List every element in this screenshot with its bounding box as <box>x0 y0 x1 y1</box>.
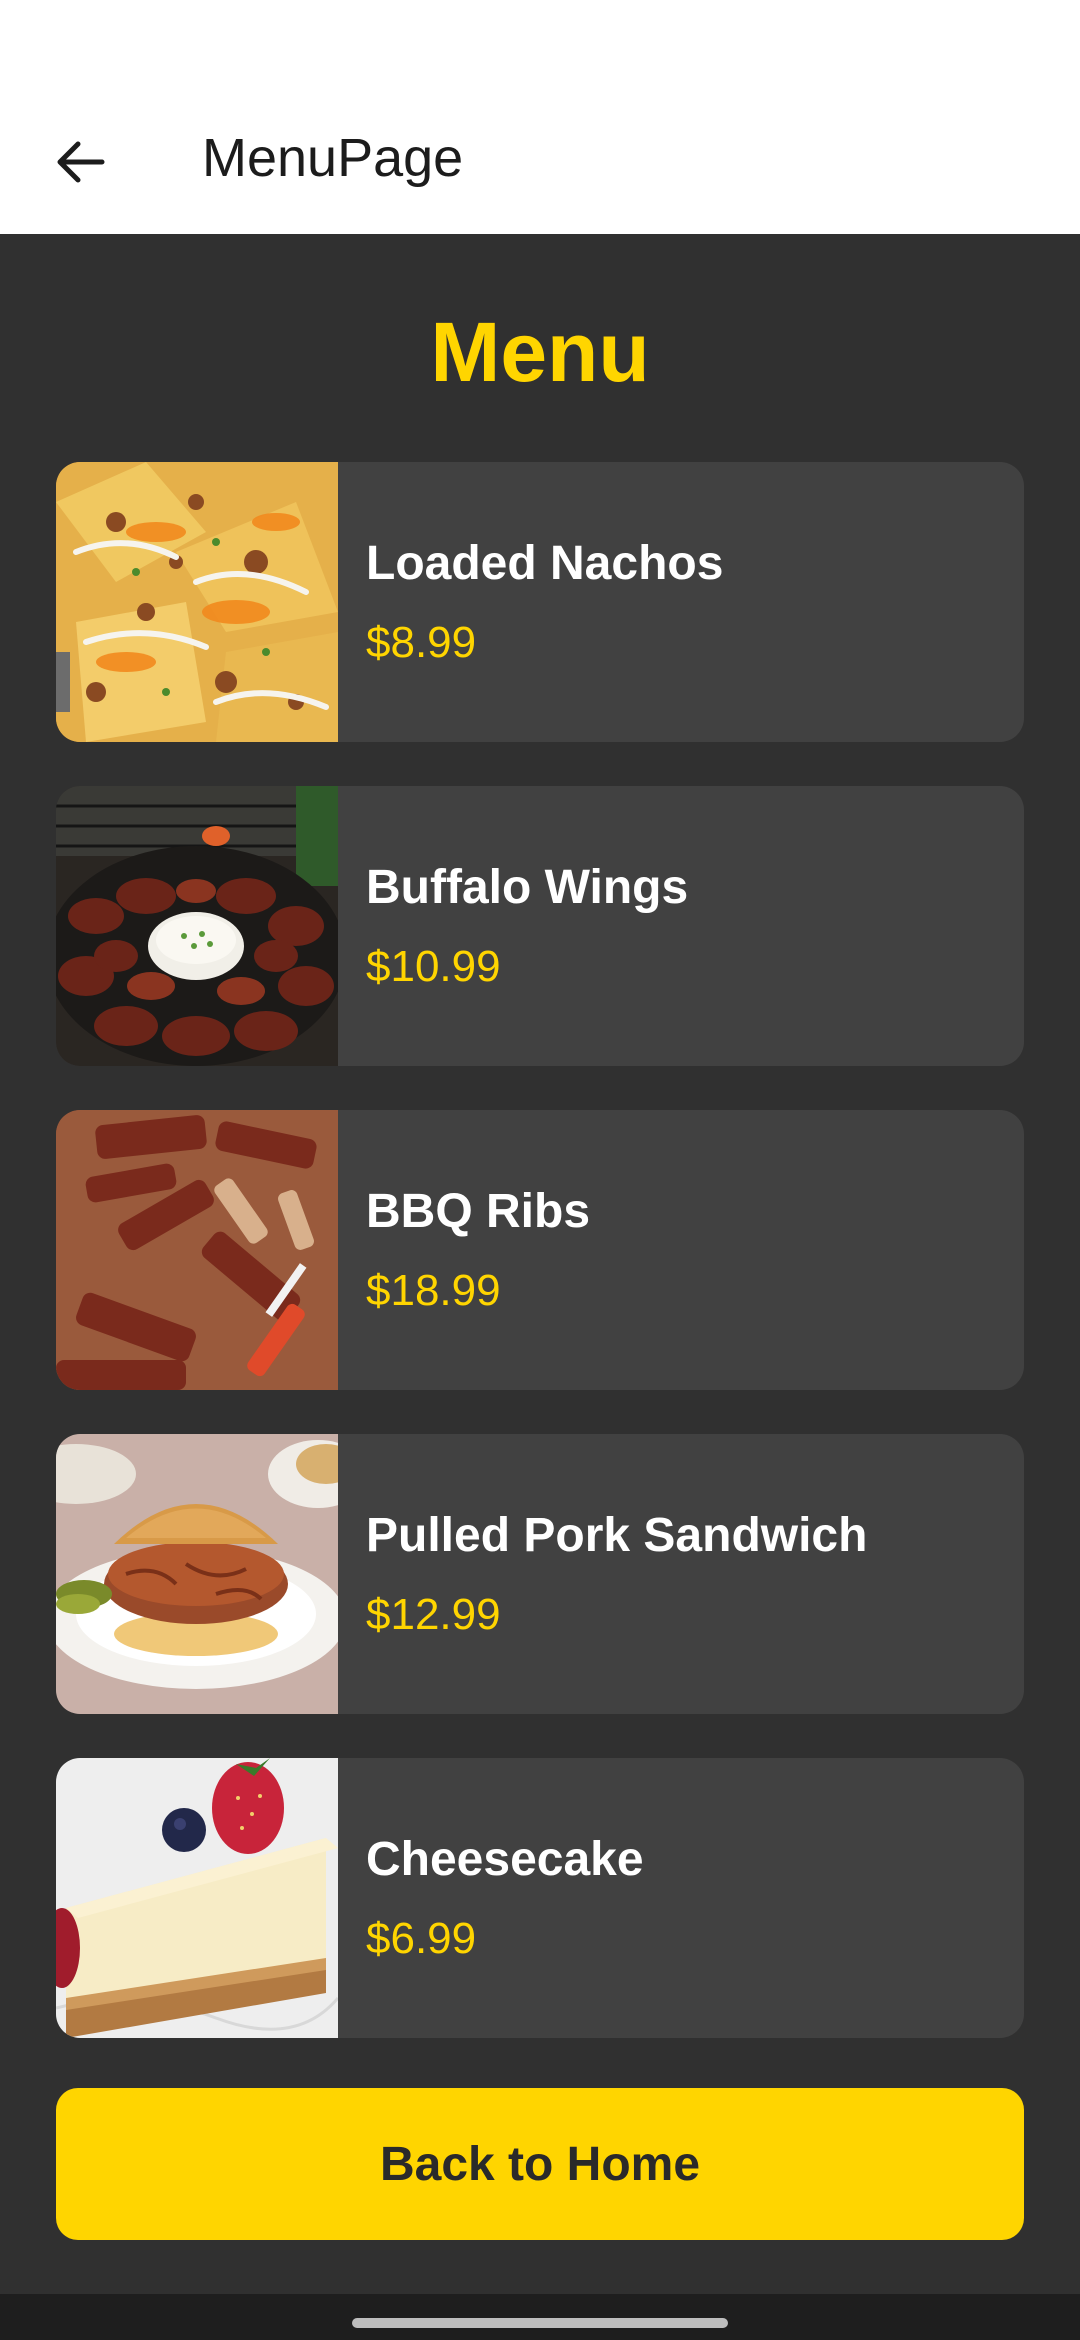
back-to-home-button[interactable]: Back to Home <box>56 2088 1024 2240</box>
item-price: $12.99 <box>366 1590 501 1639</box>
sandwich-image <box>56 1434 338 1714</box>
item-price: $6.99 <box>366 1914 477 1963</box>
item-name: Buffalo Wings <box>366 861 689 914</box>
page-title: Menu <box>430 305 650 399</box>
item-price: $8.99 <box>366 618 477 667</box>
item-name: Loaded Nachos <box>366 537 724 590</box>
item-price: $10.99 <box>366 942 501 991</box>
cheesecake-image <box>56 1758 338 2038</box>
menu-item-loaded-nachos[interactable]: Loaded Nachos $8.99 <box>56 462 1024 742</box>
gesture-handle[interactable] <box>352 2318 728 2328</box>
status-bar <box>0 0 1080 100</box>
menu-content: Menu Loaded Nachos $8.99 Buffalo Wings $… <box>0 234 1080 2294</box>
item-price: $18.99 <box>366 1266 501 1315</box>
arrow-left-icon[interactable] <box>48 130 112 194</box>
menu-list: Loaded Nachos $8.99 Buffalo Wings $10.99… <box>56 462 1024 2082</box>
item-name: BBQ Ribs <box>366 1185 591 1238</box>
ribs-image <box>56 1110 338 1390</box>
app-bar: MenuPage <box>0 100 1080 234</box>
item-name: Cheesecake <box>366 1833 644 1886</box>
menu-item-buffalo-wings[interactable]: Buffalo Wings $10.99 <box>56 786 1024 1066</box>
menu-item-bbq-ribs[interactable]: BBQ Ribs $18.99 <box>56 1110 1024 1390</box>
menu-item-cheesecake[interactable]: Cheesecake $6.99 <box>56 1758 1024 2038</box>
system-nav-bar <box>0 2294 1080 2340</box>
app-title: MenuPage <box>202 128 464 188</box>
nachos-image <box>56 462 338 742</box>
wings-image <box>56 786 338 1066</box>
item-name: Pulled Pork Sandwich <box>366 1509 868 1562</box>
menu-item-pulled-pork-sandwich[interactable]: Pulled Pork Sandwich $12.99 <box>56 1434 1024 1714</box>
